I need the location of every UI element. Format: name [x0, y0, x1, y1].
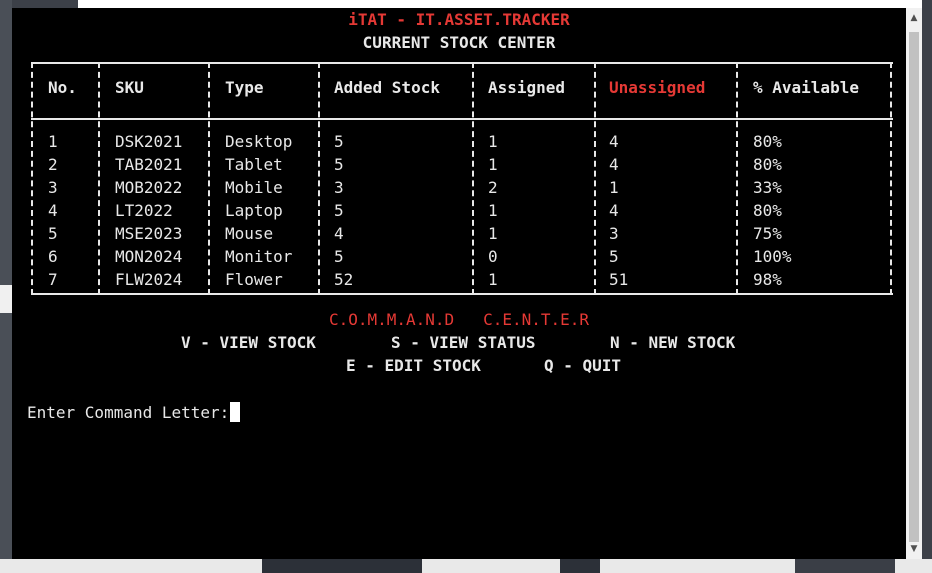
- table-cell: 1: [488, 155, 498, 174]
- table-cell: 5: [334, 132, 344, 151]
- command-new-stock: N - NEW STOCK: [610, 333, 736, 352]
- table-cell: MOB2022: [115, 178, 183, 197]
- desktop-background-shape: [795, 559, 895, 573]
- table-cell: 4: [609, 201, 619, 220]
- desktop-background: [78, 0, 922, 8]
- table-column-divider: [31, 62, 33, 295]
- table-cell: 5: [334, 201, 344, 220]
- table-cell: 4: [48, 201, 58, 220]
- table-cell: 4: [609, 132, 619, 151]
- column-header-assigned: Assigned: [488, 78, 566, 97]
- column-header-no: No.: [48, 78, 77, 97]
- table-cell: 1: [488, 224, 498, 243]
- table-cell: 1: [48, 132, 58, 151]
- command-view-status: S - VIEW STATUS: [391, 333, 536, 352]
- stock-table: No. SKU Type Added Stock Assigned Unassi…: [31, 62, 893, 295]
- command-view-stock: V - VIEW STOCK: [181, 333, 316, 352]
- desktop-background-bottom: [0, 559, 932, 573]
- table-cell: 3: [334, 178, 344, 197]
- table-cell: Flower: [225, 270, 283, 289]
- table-cell: 7: [48, 270, 58, 289]
- table-cell: TAB2021: [115, 155, 183, 174]
- table-border-bottom: [31, 293, 893, 295]
- table-cell: 51: [609, 270, 629, 289]
- table-column-divider: [208, 62, 210, 295]
- table-cell: Monitor: [225, 247, 293, 266]
- table-cell: 75%: [753, 224, 782, 243]
- table-column-divider: [890, 62, 892, 295]
- command-quit: Q - QUIT: [544, 356, 622, 375]
- table-cell: 100%: [753, 247, 792, 266]
- table-column-divider: [98, 62, 100, 295]
- table-cell: Laptop: [225, 201, 283, 220]
- command-edit-stock: E - EDIT STOCK: [346, 356, 481, 375]
- table-border-top: [31, 62, 893, 64]
- column-header-type: Type: [225, 78, 264, 97]
- page-title: CURRENT STOCK CENTER: [362, 33, 556, 52]
- table-column-divider: [736, 62, 738, 295]
- command-center-title: C.O.M.M.A.N.D C.E.N.T.E.R: [328, 310, 590, 329]
- table-cell: 80%: [753, 132, 782, 151]
- table-cell: 3: [48, 178, 58, 197]
- table-cell: Tablet: [225, 155, 283, 174]
- terminal-window[interactable]: iTAT - IT.ASSET.TRACKER CURRENT STOCK CE…: [12, 8, 906, 559]
- desktop-background-shape: [262, 559, 422, 573]
- table-cell: 2: [48, 155, 58, 174]
- table-cell: 0: [488, 247, 498, 266]
- table-column-divider: [594, 62, 596, 295]
- desktop-background-shape: [560, 559, 600, 573]
- table-cell: 1: [609, 178, 619, 197]
- column-header-added-stock: Added Stock: [334, 78, 440, 97]
- table-cell: 80%: [753, 155, 782, 174]
- table-cell: Mobile: [225, 178, 283, 197]
- table-cell: 2: [488, 178, 498, 197]
- table-cell: 1: [488, 270, 498, 289]
- command-prompt[interactable]: Enter Command Letter:: [27, 402, 241, 422]
- prompt-label: Enter Command Letter:: [27, 403, 230, 422]
- scroll-up-arrow-icon[interactable]: ▲: [906, 10, 922, 26]
- desktop-background-stripe: [0, 285, 12, 313]
- table-cell: 5: [609, 247, 619, 266]
- table-cell: 5: [334, 155, 344, 174]
- column-header-unassigned: Unassigned: [609, 78, 706, 97]
- scroll-down-arrow-icon[interactable]: ▼: [906, 541, 922, 557]
- table-cell: 5: [48, 224, 58, 243]
- scrollbar[interactable]: ▲ ▼: [906, 8, 922, 559]
- app-title: iTAT - IT.ASSET.TRACKER: [348, 10, 570, 29]
- table-cell: FLW2024: [115, 270, 183, 289]
- table-cell: 4: [334, 224, 344, 243]
- table-cell: MON2024: [115, 247, 183, 266]
- table-cell: 5: [334, 247, 344, 266]
- table-cell: 3: [609, 224, 619, 243]
- table-cell: 6: [48, 247, 58, 266]
- table-cell: MSE2023: [115, 224, 183, 243]
- text-cursor[interactable]: [230, 402, 241, 422]
- table-cell: 98%: [753, 270, 782, 289]
- table-cell: Mouse: [225, 224, 274, 243]
- table-cell: 33%: [753, 178, 782, 197]
- scrollbar-thumb[interactable]: [909, 32, 919, 542]
- column-header-percent-available: % Available: [753, 78, 859, 97]
- table-cell: 1: [488, 132, 498, 151]
- table-column-divider: [472, 62, 474, 295]
- table-header-divider: [31, 118, 893, 120]
- column-header-sku: SKU: [115, 78, 144, 97]
- table-cell: LT2022: [115, 201, 173, 220]
- table-cell: Desktop: [225, 132, 293, 151]
- table-cell: 1: [488, 201, 498, 220]
- table-column-divider: [318, 62, 320, 295]
- table-cell: DSK2021: [115, 132, 183, 151]
- table-cell: 4: [609, 155, 619, 174]
- table-cell: 80%: [753, 201, 782, 220]
- table-cell: 52: [334, 270, 354, 289]
